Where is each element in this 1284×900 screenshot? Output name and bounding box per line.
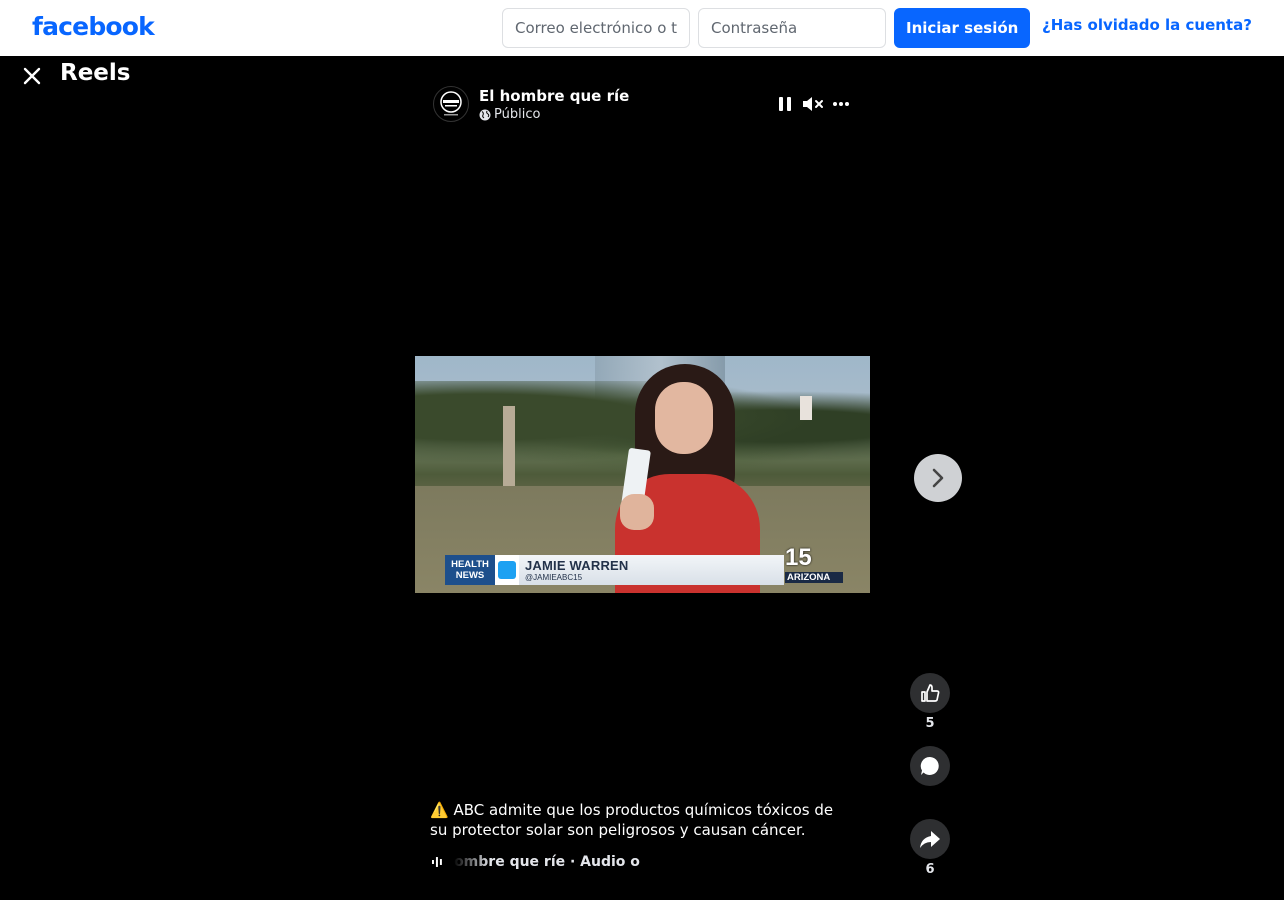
comment-button[interactable]: [910, 746, 950, 786]
login-button[interactable]: Iniciar sesión: [894, 8, 1031, 48]
close-icon[interactable]: [18, 62, 46, 90]
share-arrow-icon: [920, 831, 940, 848]
news-lower-third: HEALTH NEWS JAMIE WARREN @JAMIEABC15: [445, 555, 784, 585]
audio-wave-icon: [431, 857, 442, 867]
facebook-logo[interactable]: facebook: [32, 12, 155, 41]
station-name: ARIZONA: [785, 572, 843, 583]
reels-title: Reels: [60, 60, 131, 86]
privacy-indicator: Público: [479, 107, 540, 122]
reel-caption: ⚠️ ABC admite que los productos químicos…: [430, 801, 834, 839]
reel-video[interactable]: HEALTH NEWS JAMIE WARREN @JAMIEABC15 15 …: [415, 356, 870, 593]
station-number: 15: [785, 544, 812, 571]
reporter-handle: @JAMIEABC15: [525, 573, 583, 582]
health-news-tag: HEALTH NEWS: [445, 555, 495, 585]
author-name[interactable]: El hombre que ríe: [479, 87, 629, 105]
next-reel-button[interactable]: [914, 454, 962, 502]
author-avatar[interactable]: [433, 86, 469, 122]
audio-track-link[interactable]: El hombre que ríe · Audio original: [431, 851, 641, 873]
password-input[interactable]: [698, 8, 886, 48]
privacy-label: Público: [494, 107, 541, 122]
thumbs-up-icon: [921, 684, 940, 702]
globe-icon: [479, 109, 491, 120]
like-count: 5: [925, 716, 935, 731]
reporter-name: JAMIE WARREN: [525, 558, 629, 573]
share-count: 6: [925, 862, 935, 877]
reporter-namebar: JAMIE WARREN @JAMIEABC15: [519, 555, 784, 585]
twitter-icon: [495, 555, 519, 585]
audio-track-label: El hombre que ríe · Audio original: [453, 854, 641, 870]
forgot-account-link[interactable]: ¿Has olvidado la cuenta?: [1042, 16, 1252, 34]
email-input[interactable]: [502, 8, 690, 48]
like-button[interactable]: [910, 673, 950, 713]
share-button[interactable]: [910, 819, 950, 859]
comment-bubble-icon: [920, 756, 939, 775]
video-street-sign: [800, 396, 812, 420]
top-navigation-bar: facebook Iniciar sesión ¿Has olvidado la…: [0, 0, 1284, 56]
more-options-icon[interactable]: [829, 92, 853, 116]
station-logo: 15 ARIZONA: [785, 544, 843, 593]
chevron-right-icon: [932, 468, 944, 488]
pause-icon[interactable]: [773, 92, 797, 116]
muted-speaker-icon[interactable]: [801, 92, 825, 116]
